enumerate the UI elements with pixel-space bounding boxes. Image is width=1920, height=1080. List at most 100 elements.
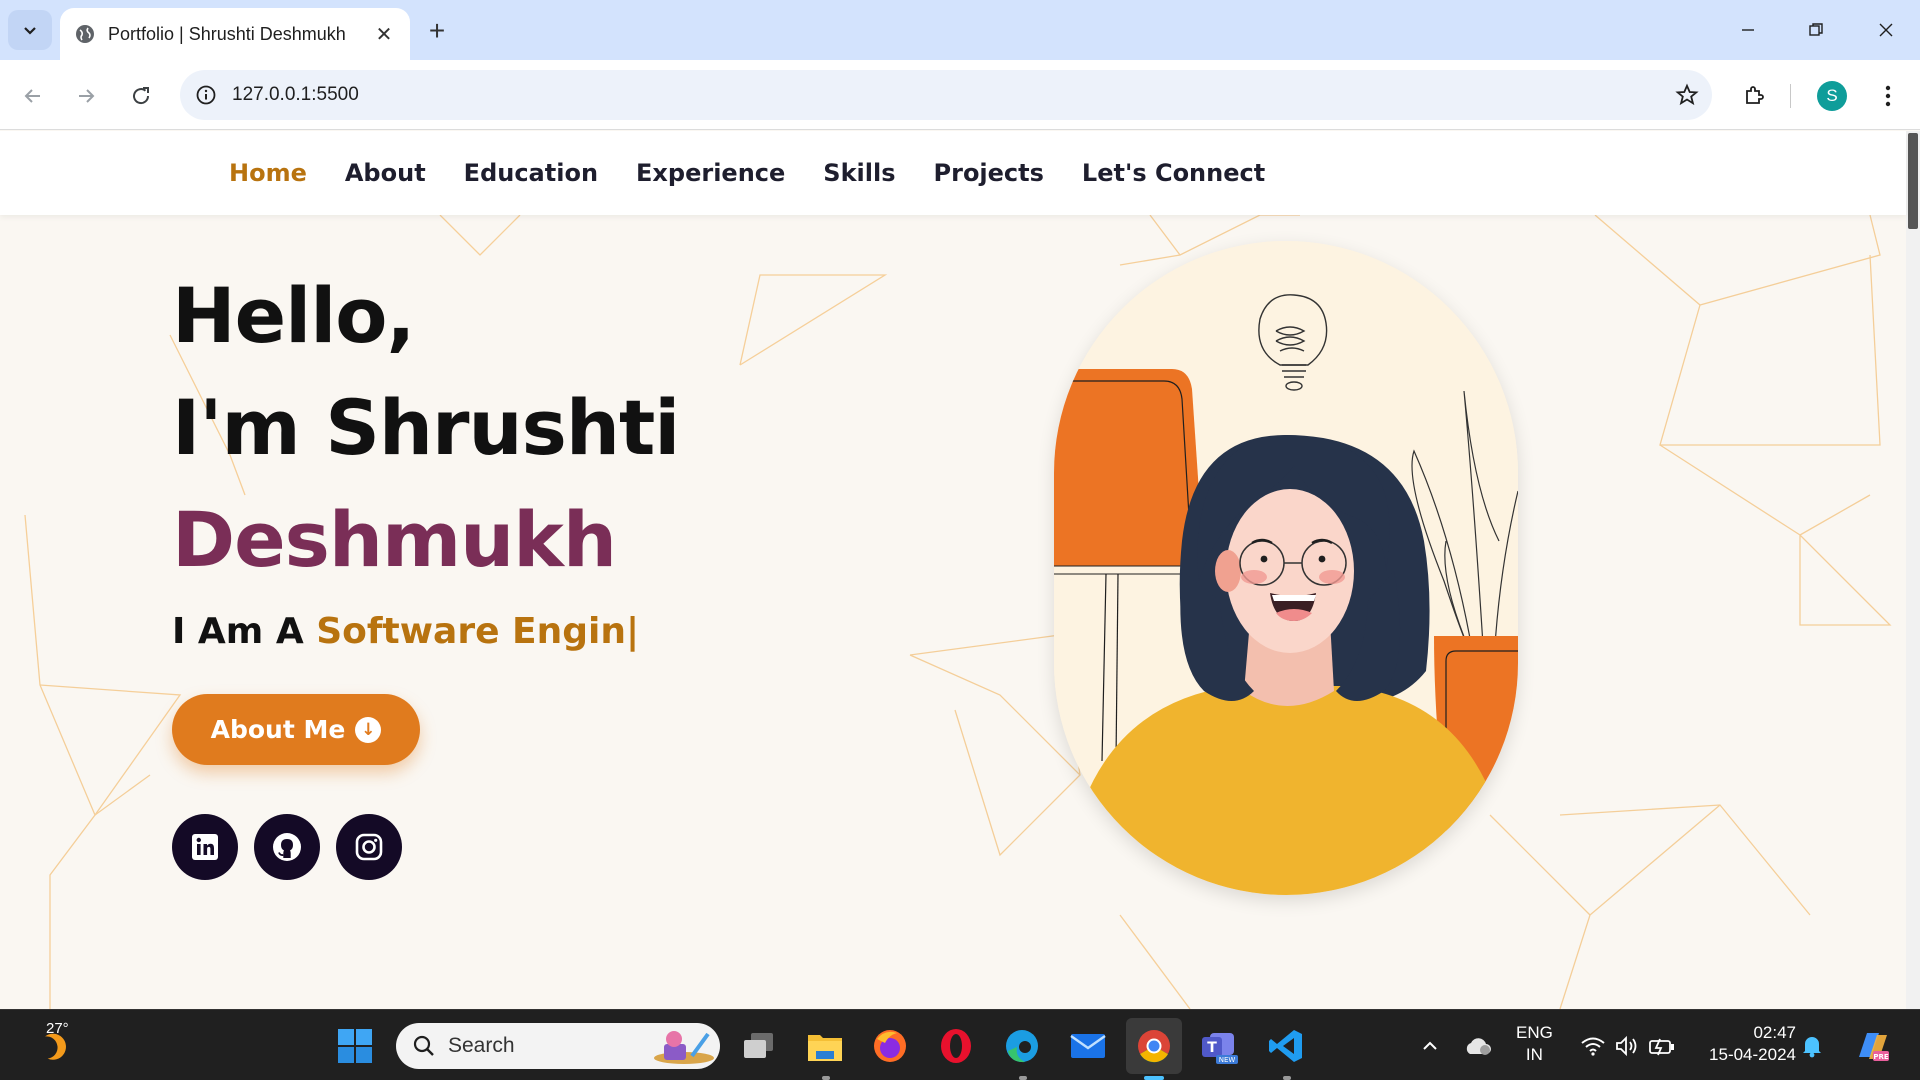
vscode-icon [1269, 1030, 1302, 1062]
instagram-link[interactable] [336, 814, 402, 880]
minimize-button[interactable] [1720, 8, 1776, 52]
nav-link-experience[interactable]: Experience [636, 159, 785, 187]
search-icon [413, 1035, 434, 1056]
back-button[interactable] [13, 76, 53, 116]
nav-link-projects[interactable]: Projects [934, 159, 1044, 187]
firefox-icon [874, 1030, 906, 1062]
show-hidden-icons-button[interactable] [1406, 1022, 1454, 1070]
search-highlight-icon [654, 1031, 714, 1064]
woman-avatar-illustration [1054, 241, 1518, 895]
site-info-button[interactable] [180, 70, 232, 120]
profile-illustration [1054, 241, 1518, 895]
instagram-icon [355, 833, 383, 861]
mail-icon [1070, 1034, 1106, 1058]
close-tab-icon[interactable]: ✕ [372, 22, 396, 46]
browser-tab-active[interactable]: Portfolio | Shrushti Deshmukh ✕ [60, 8, 410, 60]
browser-menu-button[interactable] [1866, 74, 1910, 118]
bookmark-button[interactable] [1662, 70, 1712, 120]
page-scrollbar[interactable] [1906, 131, 1920, 1009]
tab-search-button[interactable] [8, 10, 52, 50]
nav-link-lets-connect[interactable]: Let's Connect [1082, 159, 1265, 187]
chrome-icon [1138, 1030, 1170, 1063]
browser-tab-strip: Portfolio | Shrushti Deshmukh ✕ + [0, 0, 1920, 60]
arrow-left-icon [24, 89, 40, 103]
windows-taskbar: 27° Search T NEW ENG IN 02:47 15-04-2024… [0, 1009, 1920, 1080]
restore-button[interactable] [1788, 8, 1844, 52]
nav-link-about[interactable]: About [345, 159, 426, 187]
chevron-up-icon [1423, 1041, 1437, 1050]
task-view-icon [744, 1033, 773, 1058]
toolbar-divider [1790, 84, 1791, 108]
chrome-button[interactable] [1126, 1018, 1182, 1074]
github-icon [273, 833, 301, 861]
running-indicator [822, 1076, 830, 1080]
reload-button[interactable] [121, 76, 161, 116]
kebab-menu-icon [1885, 85, 1891, 107]
task-view-button[interactable] [735, 1022, 783, 1070]
hero-surname: Deshmukh [172, 495, 617, 584]
notifications-button[interactable] [1794, 1022, 1830, 1070]
hero-intro: I'm Shrushti [172, 383, 680, 472]
edge-button[interactable] [998, 1022, 1046, 1070]
minimize-icon [1742, 29, 1754, 31]
cloud-icon [1466, 1038, 1491, 1055]
taskbar-search[interactable]: Search [396, 1023, 720, 1069]
nav-link-home[interactable]: Home [229, 159, 307, 187]
search-placeholder: Search [448, 1034, 515, 1057]
puzzle-icon [1746, 86, 1764, 104]
about-me-button[interactable]: About Me ↓ [172, 694, 420, 765]
scrollbar-thumb[interactable] [1908, 133, 1918, 229]
address-bar[interactable]: 127.0.0.1:5500 [180, 70, 1712, 120]
role-prefix: I Am A [172, 611, 317, 652]
region-code: IN [1525, 1045, 1543, 1064]
profile-button[interactable]: S [1810, 74, 1854, 118]
quick-settings-button[interactable] [1568, 1022, 1688, 1070]
linkedin-link[interactable] [172, 814, 238, 880]
opera-button[interactable] [932, 1022, 980, 1070]
svg-text:PRE: PRE [1873, 1053, 1889, 1061]
folder-icon [808, 1035, 842, 1061]
volume-icon [1616, 1035, 1637, 1057]
copilot-button[interactable]: PRE [1848, 1022, 1896, 1070]
info-icon [196, 85, 216, 105]
onedrive-button[interactable] [1454, 1022, 1502, 1070]
github-link[interactable] [254, 814, 320, 880]
windows-logo-icon [338, 1029, 372, 1063]
copilot-icon: PRE [1859, 1033, 1889, 1061]
arrow-right-icon [79, 89, 95, 103]
clock-date: 15-04-2024 [1709, 1045, 1796, 1064]
running-indicator [1019, 1076, 1027, 1080]
hero-role-line: I Am A Software Engin| [172, 611, 639, 652]
battery-icon [1649, 1038, 1674, 1056]
system-clock[interactable]: 02:47 15-04-2024 [1700, 1022, 1796, 1066]
running-indicator [1283, 1076, 1291, 1080]
language-code: ENG [1516, 1023, 1553, 1042]
linkedin-icon [192, 834, 218, 860]
extensions-button[interactable] [1732, 74, 1776, 118]
site-navigation: Home About Education Experience Skills P… [0, 131, 1906, 215]
hero-greeting: Hello, [172, 271, 415, 360]
page-viewport: Home About Education Experience Skills P… [0, 131, 1920, 1009]
close-window-button[interactable] [1858, 8, 1914, 52]
restore-icon [1809, 23, 1823, 36]
nav-link-skills[interactable]: Skills [823, 159, 895, 187]
reload-icon [133, 87, 150, 105]
firefox-button[interactable] [866, 1022, 914, 1070]
language-indicator[interactable]: ENG IN [1516, 1022, 1553, 1066]
nav-link-education[interactable]: Education [464, 159, 598, 187]
teams-button[interactable]: T NEW [1196, 1022, 1244, 1070]
globe-icon [76, 25, 94, 43]
edge-icon [1006, 1030, 1038, 1063]
vscode-button[interactable] [1262, 1022, 1310, 1070]
close-icon [1879, 23, 1893, 37]
opera-icon [941, 1029, 971, 1063]
new-tab-button[interactable]: + [420, 14, 454, 48]
url-text: 127.0.0.1:5500 [232, 84, 359, 105]
start-button[interactable] [331, 1022, 379, 1070]
file-explorer-button[interactable] [801, 1022, 849, 1070]
forward-button[interactable] [66, 76, 106, 116]
mail-button[interactable] [1064, 1022, 1112, 1070]
chevron-down-icon [24, 27, 36, 35]
svg-text:NEW: NEW [1219, 1056, 1236, 1064]
about-me-label: About Me [210, 715, 346, 744]
